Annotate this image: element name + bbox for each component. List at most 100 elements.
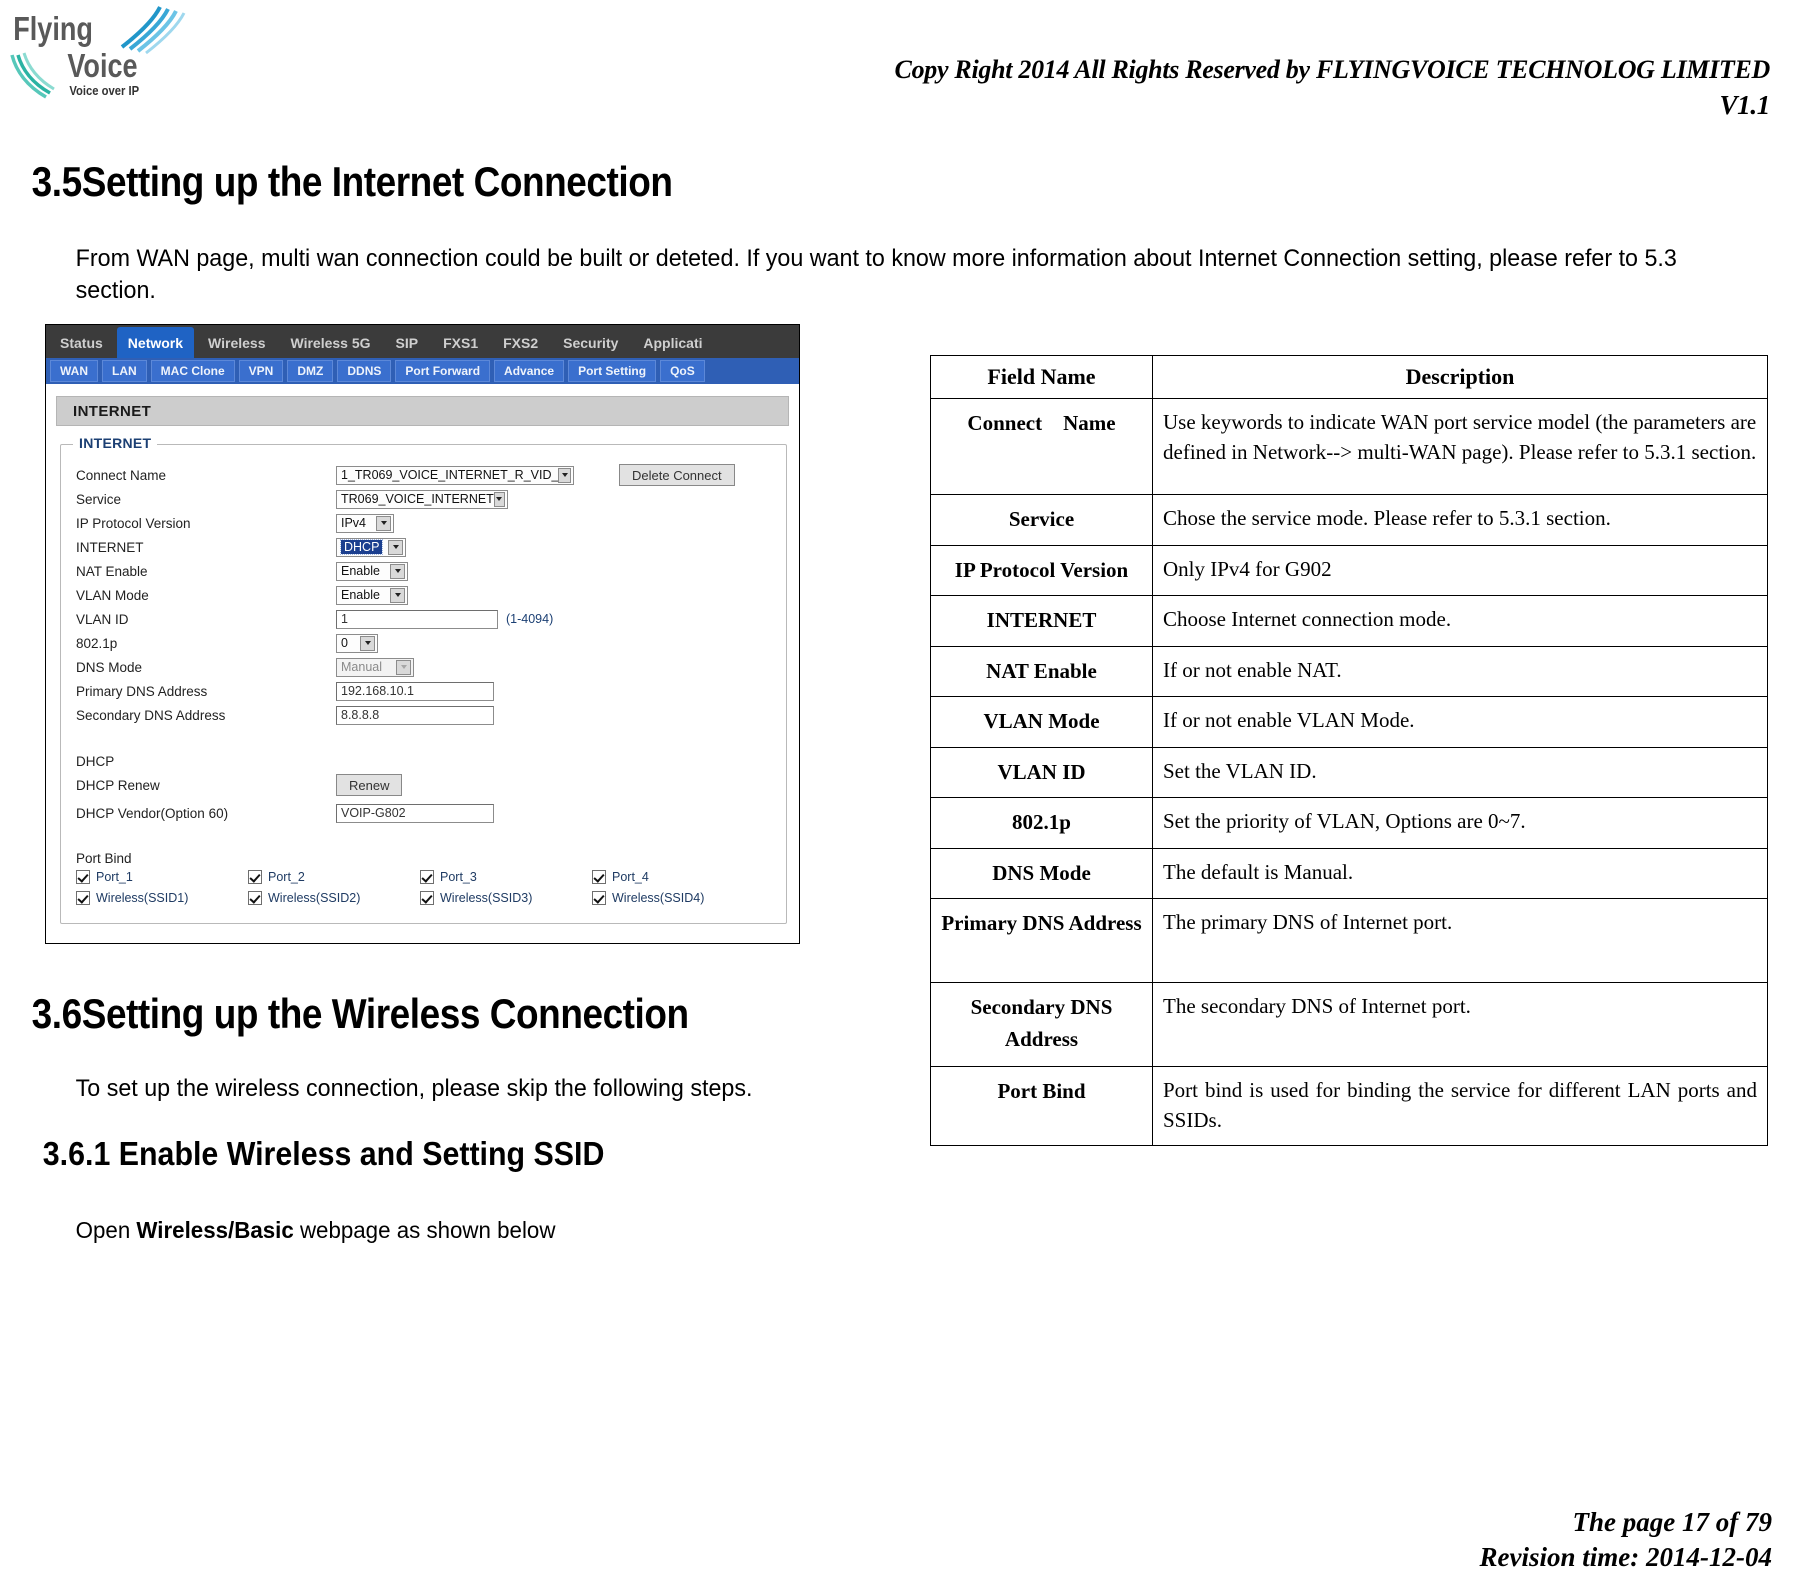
subnav-wan[interactable]: WAN: [50, 360, 98, 382]
checkbox-wireless-ssid3[interactable]: Wireless(SSID3): [420, 891, 592, 905]
port-bind-column-2: Port_2 Wireless(SSID2): [248, 870, 420, 912]
checkbox-wireless-ssid3-label: Wireless(SSID3): [440, 891, 533, 905]
row-description: If or not enable VLAN Mode.: [1152, 696, 1768, 748]
field-row-primary-dns: Primary DNS Address 192.168.10.1: [71, 679, 776, 703]
table-row: Primary DNS Address The primary DNS of I…: [930, 898, 1768, 983]
checkbox-checked-icon[interactable]: [420, 891, 434, 905]
service-value: TR069_VOICE_INTERNET: [341, 492, 494, 506]
vlan-id-range-hint: (1-4094): [506, 612, 554, 626]
ip-protocol-select[interactable]: IPv4: [336, 513, 394, 533]
checkbox-port-3[interactable]: Port_3: [420, 870, 592, 884]
field-row-connect-name: Connect Name 1_TR069_VOICE_INTERNET_R_VI…: [71, 463, 776, 487]
checkbox-checked-icon[interactable]: [248, 870, 262, 884]
nav-tab-fxs2[interactable]: FXS2: [492, 327, 550, 358]
connect-name-select[interactable]: 1_TR069_VOICE_INTERNET_R_VID_: [336, 465, 574, 485]
checkbox-checked-icon[interactable]: [76, 891, 90, 905]
checkbox-port-1[interactable]: Port_1: [76, 870, 248, 884]
chevron-down-icon[interactable]: [390, 563, 405, 579]
nav-tab-wireless[interactable]: Wireless: [197, 327, 277, 358]
dhcp-vendor-label: DHCP Vendor(Option 60): [76, 805, 229, 821]
field-row-802-1p: 802.1p 0: [71, 631, 776, 655]
subnav-qos[interactable]: QoS: [660, 360, 705, 382]
service-select[interactable]: TR069_VOICE_INTERNET: [336, 489, 508, 509]
chevron-down-icon[interactable]: [558, 467, 571, 483]
port-bind-column-1: Port_1 Wireless(SSID1): [76, 870, 248, 912]
nav-tab-security[interactable]: Security: [552, 327, 630, 358]
secondary-dns-input[interactable]: 8.8.8.8: [336, 705, 494, 725]
field-row-dhcp-group: DHCP: [71, 749, 776, 773]
dhcp-renew-button[interactable]: Renew: [336, 774, 403, 796]
field-row-internet: INTERNET DHCP: [71, 535, 776, 559]
chevron-down-icon[interactable]: [388, 539, 403, 555]
version-text: V1.1: [1719, 90, 1770, 121]
nav-tab-status[interactable]: Status: [49, 327, 114, 358]
dhcp-vendor-input[interactable]: VOIP-G802: [336, 803, 494, 823]
checkbox-port-2[interactable]: Port_2: [248, 870, 420, 884]
vlan-id-input[interactable]: 1: [336, 609, 498, 629]
subnav-mac-clone[interactable]: MAC Clone: [150, 360, 235, 382]
chevron-down-icon[interactable]: [360, 635, 375, 651]
vlan-id-label: VLAN ID: [76, 611, 129, 627]
checkbox-port-2-label: Port_2: [268, 870, 305, 884]
chevron-down-icon[interactable]: [390, 587, 405, 603]
checkbox-port-3-label: Port_3: [440, 870, 477, 884]
checkbox-wireless-ssid4[interactable]: Wireless(SSID4): [592, 891, 764, 905]
secondary-dns-label: Secondary DNS Address: [76, 707, 226, 723]
chevron-down-icon[interactable]: [396, 659, 411, 675]
field-row-service: Service TR069_VOICE_INTERNET: [71, 487, 776, 511]
dns-mode-value: Manual: [341, 660, 382, 674]
row-description: Chose the service mode. Please refer to …: [1152, 494, 1768, 546]
nav-tab-network[interactable]: Network: [116, 327, 195, 358]
dot1p-select[interactable]: 0: [336, 633, 378, 653]
flyingvoice-logo: Flying Voice Voice over IP: [10, 5, 195, 100]
subnav-lan[interactable]: LAN: [102, 360, 147, 382]
footer-page-number: The page 17 of 79: [1572, 1506, 1772, 1537]
field-row-dhcp-vendor: DHCP Vendor(Option 60) VOIP-G802: [71, 801, 776, 825]
nav-tab-fxs1[interactable]: FXS1: [432, 327, 490, 358]
checkbox-wireless-ssid2[interactable]: Wireless(SSID2): [248, 891, 420, 905]
checkbox-checked-icon[interactable]: [248, 891, 262, 905]
primary-dns-input[interactable]: 192.168.10.1: [336, 681, 494, 701]
field-row-nat-enable: NAT Enable Enable: [71, 559, 776, 583]
nav-tab-application[interactable]: Applicati: [632, 327, 714, 358]
port-bind-grid: Port_1 Wireless(SSID1) Port_2 Wireless(S…: [71, 870, 776, 912]
table-row: VLAN ID Set the VLAN ID.: [930, 746, 1768, 798]
port-bind-label: Port Bind: [76, 851, 132, 866]
svg-text:Voice over IP: Voice over IP: [69, 83, 139, 98]
nat-enable-select[interactable]: Enable: [336, 561, 408, 581]
row-field-name: Connect Name: [930, 398, 1153, 495]
subnav-port-forward[interactable]: Port Forward: [395, 360, 491, 382]
table-row: INTERNET Choose Internet connection mode…: [930, 595, 1768, 647]
field-row-secondary-dns: Secondary DNS Address 8.8.8.8: [71, 703, 776, 727]
page-header: Flying Voice Voice over IP Copy Right 20…: [0, 0, 1800, 150]
row-description: Choose Internet connection mode.: [1152, 595, 1768, 647]
table-row: VLAN Mode If or not enable VLAN Mode.: [930, 696, 1768, 748]
subnav-ddns[interactable]: DDNS: [337, 360, 392, 382]
checkbox-port-4[interactable]: Port_4: [592, 870, 764, 884]
subnav-port-setting[interactable]: Port Setting: [568, 360, 657, 382]
checkbox-checked-icon[interactable]: [420, 870, 434, 884]
subnav-vpn[interactable]: VPN: [238, 360, 284, 382]
svg-text:Voice: Voice: [67, 49, 137, 85]
row-field-name: DNS Mode: [930, 847, 1153, 899]
nav-tab-wireless-5g[interactable]: Wireless 5G: [279, 327, 382, 358]
checkbox-checked-icon[interactable]: [592, 891, 606, 905]
subnav-advance[interactable]: Advance: [494, 360, 565, 382]
section-3-6-paragraph: To set up the wireless connection, pleas…: [75, 1075, 753, 1102]
internet-mode-select[interactable]: DHCP: [336, 537, 406, 557]
dns-mode-select[interactable]: Manual: [336, 657, 414, 677]
secondary-nav-bar: WAN LAN MAC Clone VPN DMZ DDNS Port Forw…: [46, 358, 799, 384]
row-field-name: Primary DNS Address: [930, 898, 1153, 983]
checkbox-checked-icon[interactable]: [76, 870, 90, 884]
checkbox-wireless-ssid1[interactable]: Wireless(SSID1): [76, 891, 248, 905]
field-row-vlan-mode: VLAN Mode Enable: [71, 583, 776, 607]
vlan-mode-select[interactable]: Enable: [336, 585, 408, 605]
chevron-down-icon[interactable]: [376, 515, 391, 531]
chevron-down-icon[interactable]: [493, 491, 505, 507]
checkbox-checked-icon[interactable]: [592, 870, 606, 884]
nav-tab-sip[interactable]: SIP: [384, 327, 430, 358]
table-header-row: Field Name Description: [930, 355, 1768, 399]
delete-connect-button[interactable]: Delete Connect: [619, 464, 735, 486]
subnav-dmz[interactable]: DMZ: [287, 360, 334, 382]
checkbox-wireless-ssid1-label: Wireless(SSID1): [96, 891, 189, 905]
